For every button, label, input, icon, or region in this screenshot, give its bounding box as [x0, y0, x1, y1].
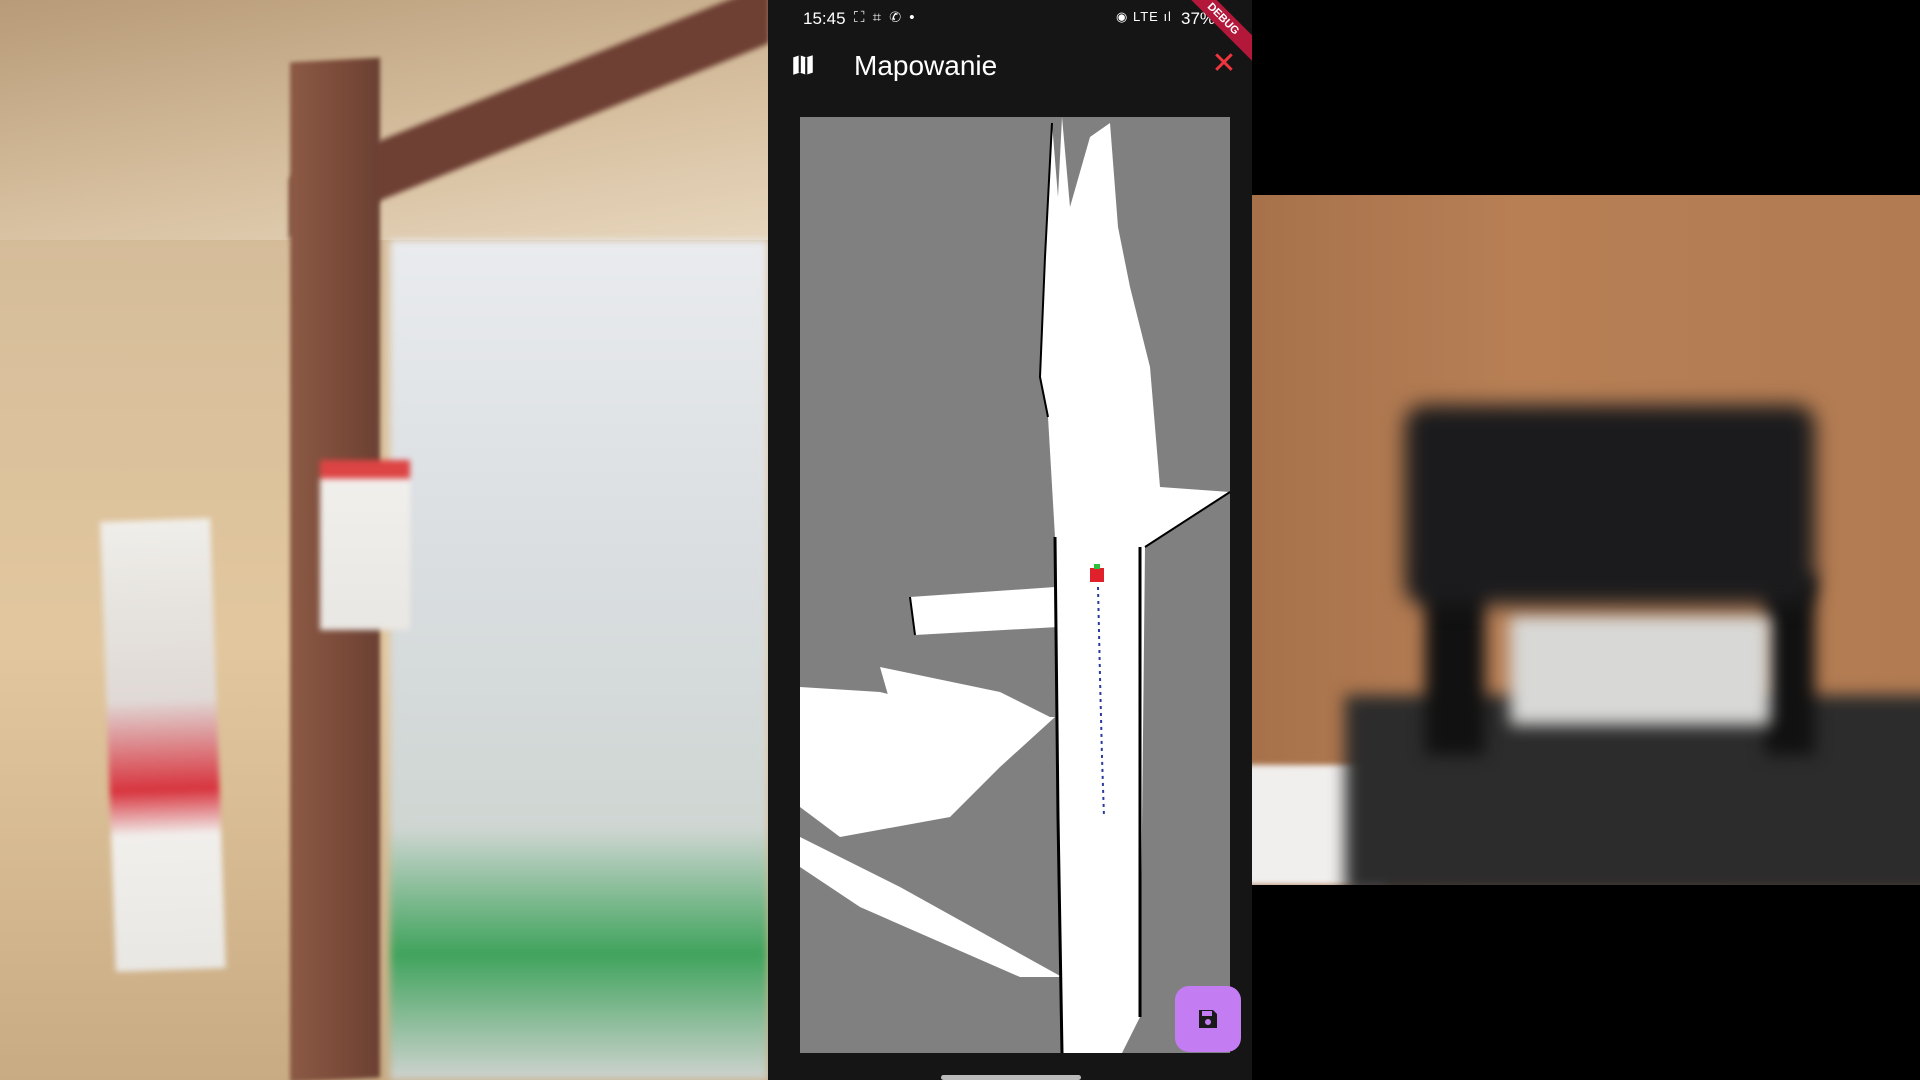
wall-poster [100, 518, 226, 972]
free-space-ray-lower [800, 837, 1062, 977]
robot-marker [1090, 568, 1104, 582]
left-camera-feed [0, 0, 768, 1080]
save-icon [1199, 1010, 1217, 1028]
map-canvas [800, 117, 1230, 1053]
right-camera-feed [1245, 195, 1920, 885]
status-bar: 15:45 ⛶ ⌗ ✆ • ◉ LTE ıl 37% [768, 0, 1252, 38]
robot-board [1510, 615, 1770, 725]
save-map-button[interactable] [1175, 986, 1241, 1052]
door-notice [320, 460, 410, 630]
notification-icons: ⛶ ⌗ ✆ • [854, 9, 917, 26]
window [390, 240, 768, 1080]
app-bar: Mapowanie ✕ [768, 38, 1252, 94]
phone-screen: 15:45 ⛶ ⌗ ✆ • ◉ LTE ıl 37% DEBUG Mapowan… [768, 0, 1252, 1080]
signal-icons: ◉ LTE ıl [1116, 9, 1172, 24]
free-space-branch-left [910, 587, 1058, 635]
robot-heading [1094, 564, 1100, 569]
lidar-sensor [1405, 405, 1815, 605]
free-space-corridor [1040, 117, 1230, 1053]
page-title: Mapowanie [854, 50, 998, 81]
close-icon[interactable]: ✕ [1210, 49, 1238, 79]
occupancy-map[interactable] [800, 117, 1230, 1053]
gesture-nav-handle[interactable] [941, 1075, 1081, 1080]
status-time: 15:45 [803, 9, 846, 28]
map-icon [793, 55, 813, 75]
